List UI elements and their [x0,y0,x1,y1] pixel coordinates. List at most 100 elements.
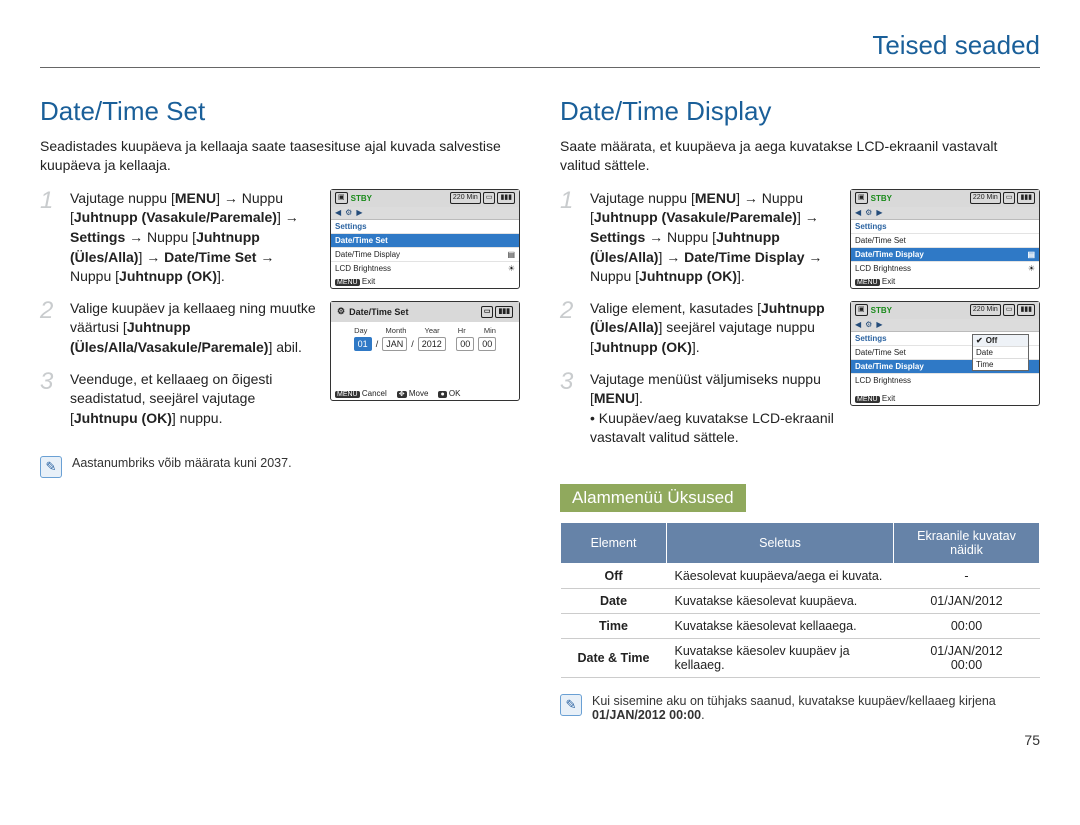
cell-desc: Kuvatakse käesolev kuupäev ja kellaaeg. [667,638,894,677]
lcd-row-settings: Settings [331,220,519,234]
cell-desc: Kuvatakse käesolevat kuupäeva. [667,588,894,613]
stby-label: STBY [871,194,892,203]
menu-tag: MENU [855,396,880,403]
page: Teised seaded Date/Time Set Seadistades … [40,30,1040,748]
step-body: Valige kuupäev ja kellaaeg ning muutke v… [70,299,318,358]
check-icon: ✔ [976,336,983,345]
chapter-title: Teised seaded [40,30,1040,67]
table-row: Date & Time Kuvatakse käesolev kuupäev j… [561,638,1040,677]
val-min: 00 [478,337,496,351]
card-icon: ▭ [481,306,494,318]
cell-disp: 00:00 [894,613,1040,638]
cell-element: Time [561,613,667,638]
time-remaining: 220 Min [450,192,481,204]
lcd-topbar: ▣ STBY 220 Min ▭ ▮▮▮ [851,302,1039,319]
step-body: Vajutage nuppu [MENU] → Nuppu [Juhtnupp … [70,189,318,287]
cell-desc: Käesolevat kuupäeva/aega ei kuvata. [667,563,894,588]
procedure-block: 1 Vajutage nuppu [MENU] → Nuppu [Juhtnup… [40,189,520,441]
step-bullet: Kuupäev/aeg kuvatakse LCD-ekraanil vasta… [590,410,834,446]
val-hr: 00 [456,337,474,351]
step-body: Veenduge, et kellaaeg on õigesti seadist… [70,370,318,429]
lcd-topbar: ▣ STBY 220 Min ▭ ▮▮▮ [851,190,1039,207]
dropdown-item-date: Date [973,347,1028,359]
cancel-label: Cancel [362,389,387,398]
section-heading-date-time-set: Date/Time Set [40,96,520,127]
lcd-row-label: Date/Time Display [855,362,924,371]
lcd-row: LCD Brightness☀ [331,262,519,275]
lcd-menu-screenshot: ▣ STBY 220 Min ▭ ▮▮▮ ◀⚙▶ Settings Date/T… [330,189,520,289]
options-table: Element Seletus Ekraanile kuvatav näidik… [560,522,1040,678]
right-column: Date/Time Display Saate määrata, et kuup… [560,88,1040,722]
lcd-date-labels: Day Month Year Hr Min [345,326,505,335]
val-month: JAN [382,337,407,351]
battery-icon: ▮▮▮ [495,306,513,318]
lcd-topbar: ▣ STBY 220 Min ▭ ▮▮▮ [331,190,519,207]
steps-list: 1 Vajutage nuppu [MENU] → Nuppu [Juhtnup… [40,189,318,441]
lcd-arrowbar: ◀⚙▶ [331,207,519,220]
note-text: Aastanumbriks võib määrata kuni 2037. [72,456,292,470]
dd-label: Off [986,336,998,345]
submenu-heading: Alammenüü Üksused [560,484,746,512]
note-row: ✎ Aastanumbriks võib määrata kuni 2037. [40,456,520,478]
table-header-row: Element Seletus Ekraanile kuvatav näidik [561,522,1040,563]
note-row: ✎ Kui sisemine aku on tühjaks saanud, ku… [560,694,1040,722]
val-year: 2012 [418,337,446,351]
cell-desc: Kuvatakse käesolevat kellaaega. [667,613,894,638]
mode-icon: ▣ [335,192,348,204]
stby-label: STBY [871,306,892,315]
procedure-block: 1 Vajutage nuppu [MENU] → Nuppu [Juhtnup… [560,189,1040,460]
move-label: Move [409,389,429,398]
note-text: Kui sisemine aku on tühjaks saanud, kuva… [592,694,1040,722]
cell-disp: - [894,563,1040,588]
lcd-row: Date/Time Set [851,234,1039,248]
val-day: 01 [354,337,372,351]
step-number: 3 [40,370,60,394]
lbl-min: Min [484,326,496,335]
exit-label: Exit [362,277,375,286]
step-3: 3 Vajutage menüüst väljumiseks nuppu [ME… [560,370,838,448]
exit-label: Exit [882,277,895,286]
step-number: 2 [40,299,60,323]
time-remaining: 220 Min [970,304,1001,316]
cell-disp: 01/JAN/2012 00:00 [894,638,1040,677]
cell-element: Off [561,563,667,588]
ok-icon: ● [438,391,446,398]
row-right-icon: ▤ [1027,250,1035,259]
lcd-arrowbar: ◀⚙▶ [851,319,1039,332]
cell-element: Date [561,588,667,613]
card-icon: ▭ [483,192,496,204]
cell-disp: 01/JAN/2012 [894,588,1040,613]
cell-element: Date & Time [561,638,667,677]
th-element: Element [561,522,667,563]
lcd-datetime-set-screenshot: ⚙ Date/Time Set ▭▮▮▮ Day Month Year Hr Mi… [330,301,520,401]
lcd-row: LCD Brightness☀ [851,262,1039,275]
lcd-row: LCD Brightness [851,374,1039,387]
table-row: Off Käesolevat kuupäeva/aega ei kuvata. … [561,563,1040,588]
lcd-dropdown: ✔Off Date Time [972,334,1029,371]
row-right-icon: ☀ [1028,264,1035,273]
lcd-row-settings: Settings [851,220,1039,234]
menu-tag: MENU [335,391,360,398]
battery-icon: ▮▮▮ [497,192,515,204]
th-seletus: Seletus [667,522,894,563]
battery-icon: ▮▮▮ [1017,192,1035,204]
lcd-footer: MENU Exit [335,277,515,286]
lcd-arrowbar: ◀⚙▶ [851,207,1039,220]
steps-list: 1 Vajutage nuppu [MENU] → Nuppu [Juhtnup… [560,189,838,460]
lcd-screenshots: ▣ STBY 220 Min ▭ ▮▮▮ ◀⚙▶ Settings Date/T… [330,189,520,441]
menu-tag: MENU [335,279,360,286]
lcd-footer: MENU Exit [855,277,1035,286]
mode-icon: ▣ [855,192,868,204]
lcd-screenshots: ▣ STBY 220 Min ▭ ▮▮▮ ◀⚙▶ Settings Date/T… [850,189,1040,460]
step-2: 2 Valige element, kasutades [Juhtnupp (Ü… [560,299,838,358]
note-icon: ✎ [40,456,62,478]
lcd-row-label: Date/Time Display [855,250,924,259]
step-number: 2 [560,299,580,323]
lcd-set-titlebar: ⚙ Date/Time Set ▭▮▮▮ [331,302,519,322]
lcd-set-title: Date/Time Set [349,307,408,317]
battery-icon: ▮▮▮ [1017,304,1035,316]
gear-icon: ⚙ [337,306,345,317]
step-3: 3 Veenduge, et kellaaeg on õigesti seadi… [40,370,318,429]
mode-icon: ▣ [855,304,868,316]
lcd-row-selected: Date/Time Display ▤ [851,248,1039,262]
